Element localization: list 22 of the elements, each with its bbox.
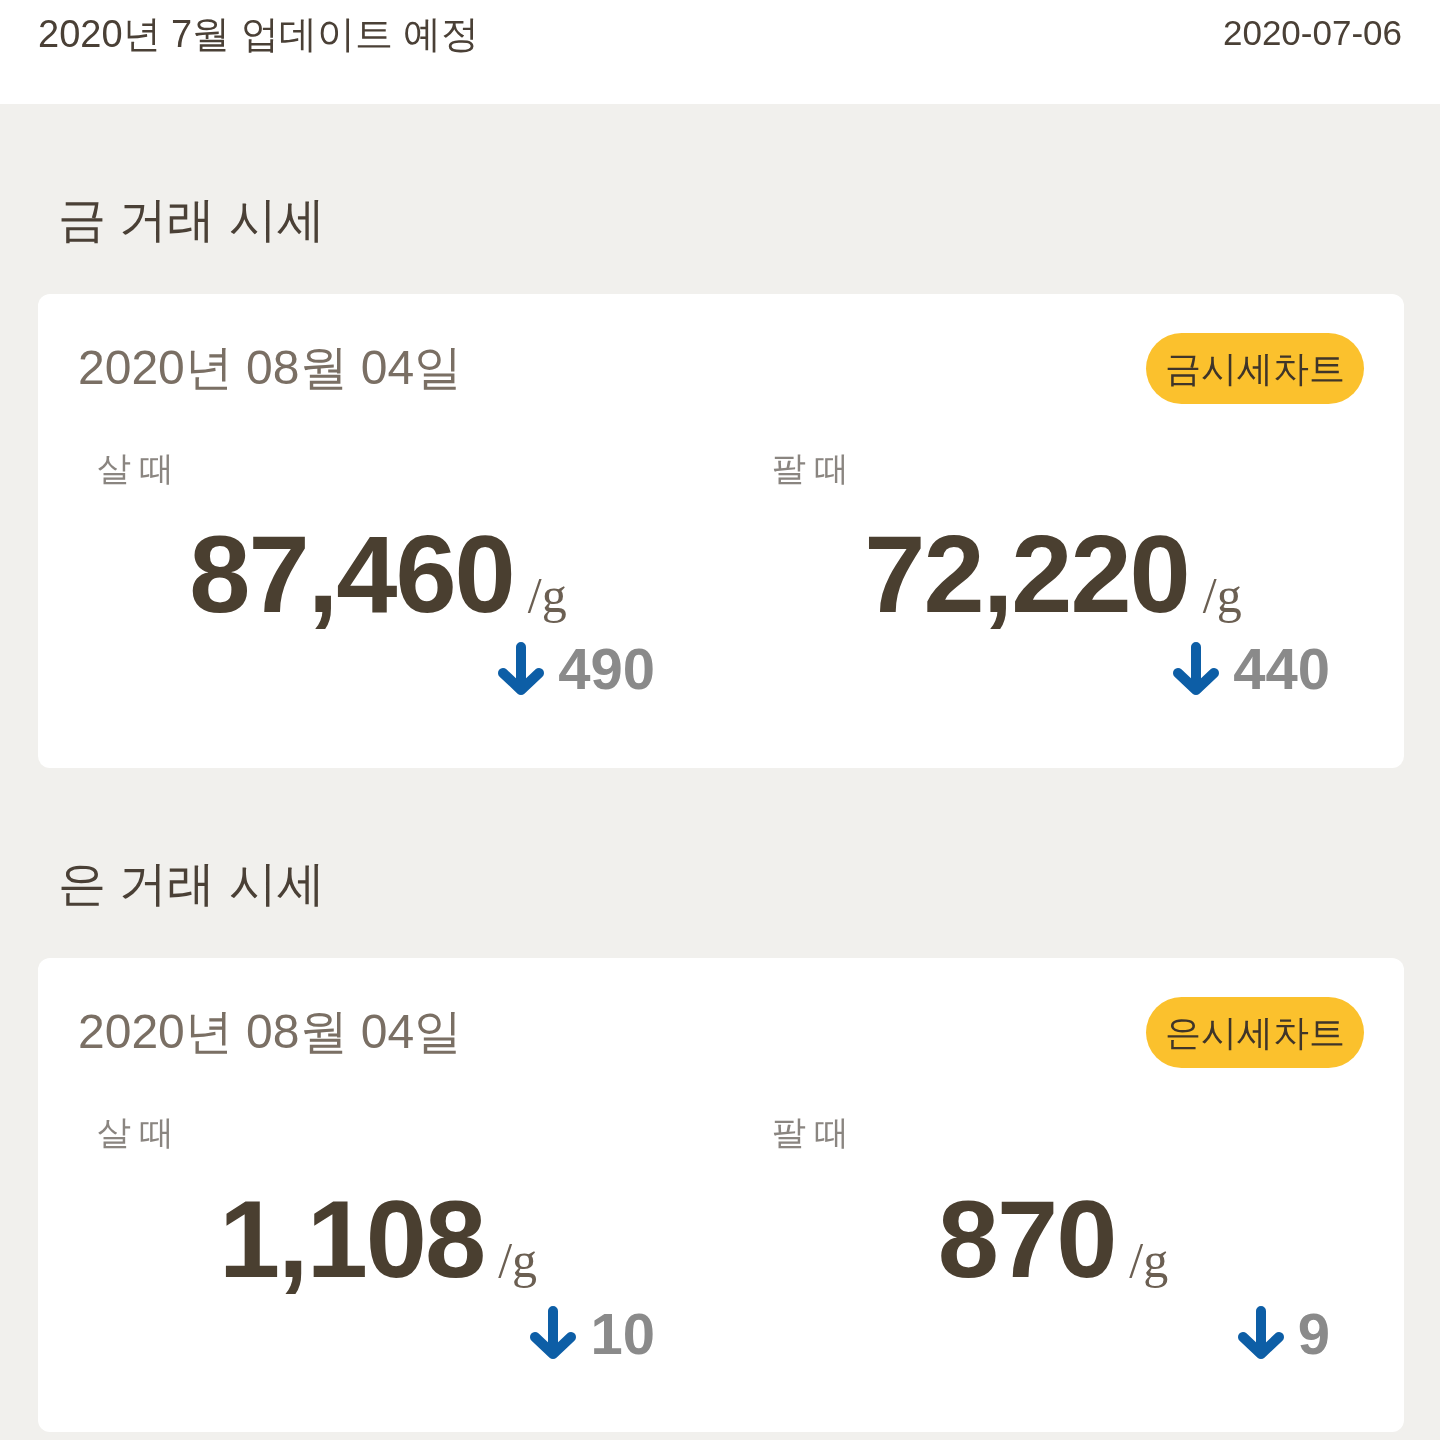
section-title: 은 거래 시세 [58, 856, 325, 913]
card-date: 2020년 08월 04일 [78, 1004, 463, 1061]
change-value: 10 [590, 1301, 655, 1366]
change-value: 440 [1233, 637, 1330, 702]
unit-label: /g [1202, 570, 1242, 621]
header-title: 2020년 7월 업데이트 예정 [38, 12, 480, 57]
price-label: 팔 때 [772, 447, 850, 489]
change-value: 9 [1297, 1301, 1330, 1366]
change-value: 490 [558, 637, 655, 702]
price-value: 1,108 [218, 1183, 485, 1294]
section-title: 금 거래 시세 [58, 192, 325, 248]
price-value: 870 [937, 1183, 1116, 1294]
chart-button[interactable]: 금시세차트 [1146, 332, 1364, 404]
price-label: 살 때 [97, 447, 175, 489]
card-date: 2020년 08월 04일 [78, 340, 463, 397]
unit-label: /g [527, 570, 567, 621]
price-value: 72,220 [864, 519, 1189, 630]
price-label: 살 때 [97, 1111, 175, 1153]
price-label: 팔 때 [772, 1111, 850, 1153]
chart-button[interactable]: 은시세차트 [1146, 996, 1364, 1068]
header-date: 2020-07-06 [1222, 12, 1402, 54]
price-value: 87,460 [189, 519, 514, 630]
